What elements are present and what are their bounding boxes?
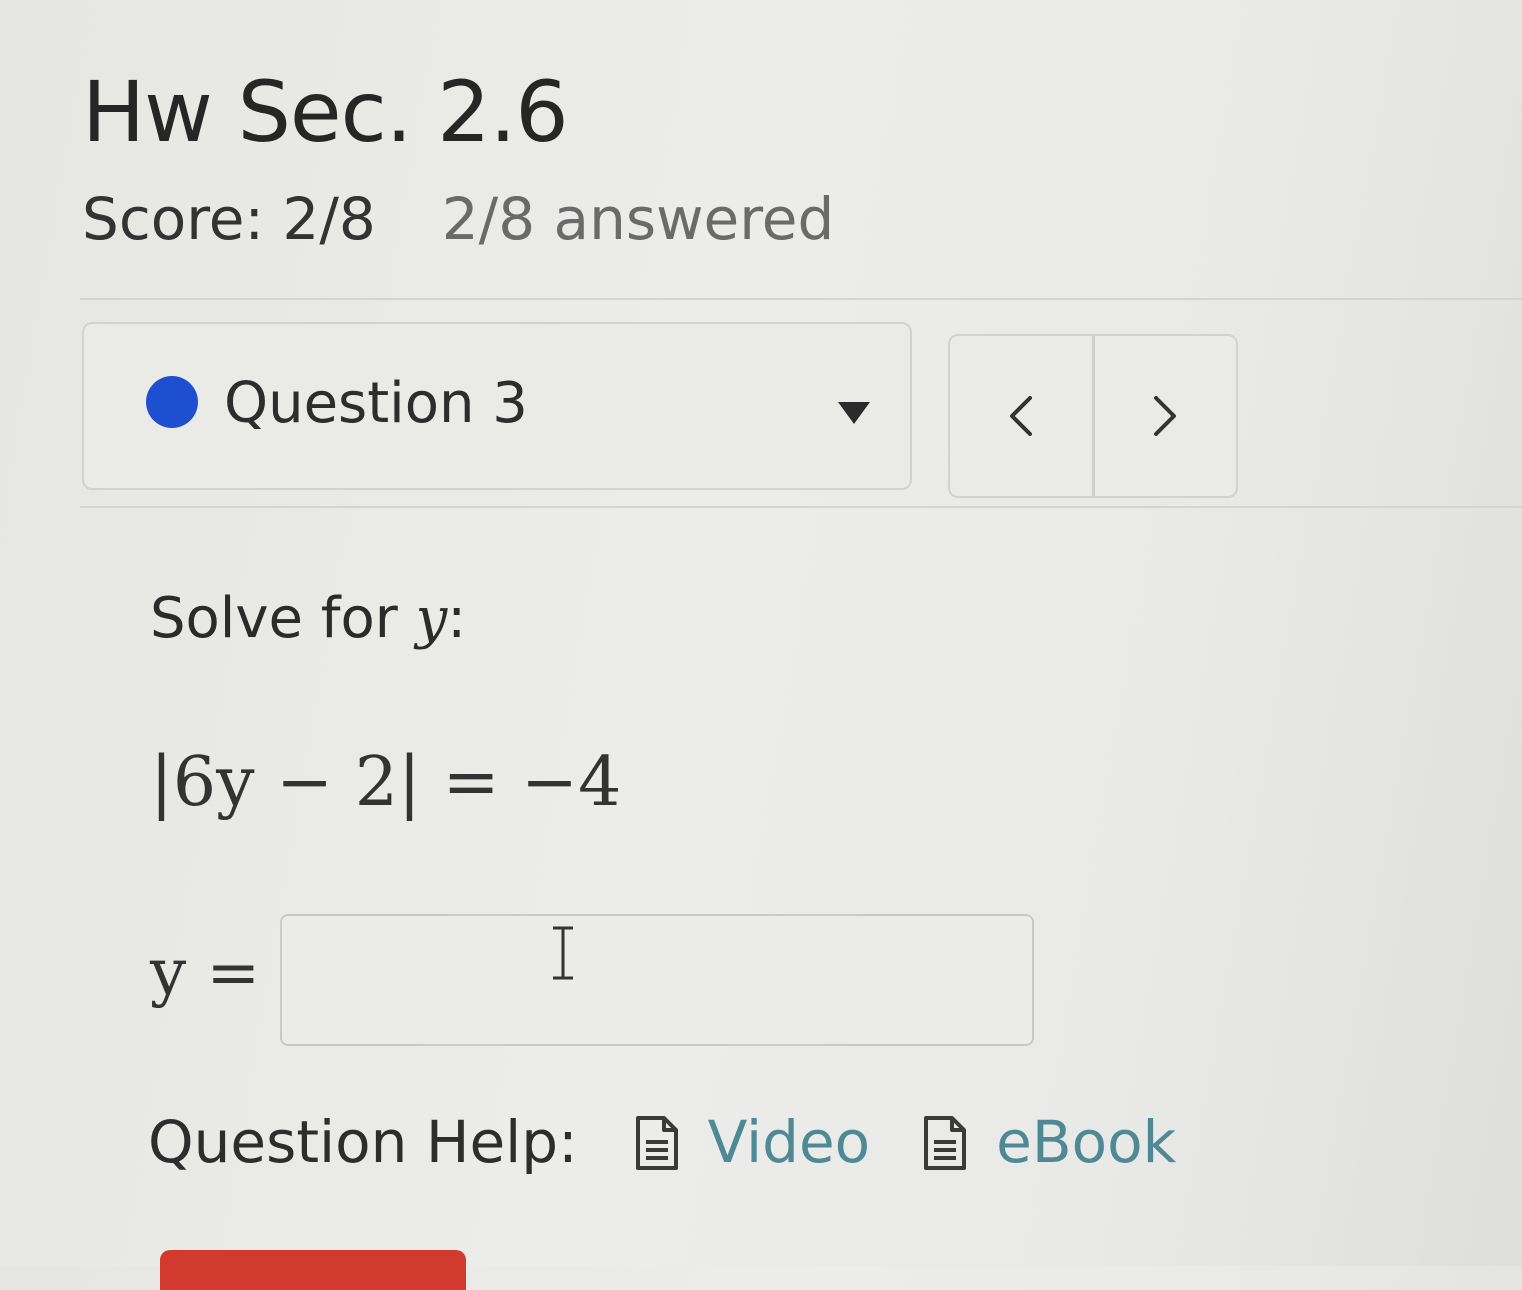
score-row: Score: 2/8 2/8 answered: [82, 185, 834, 255]
chevron-left-icon: [1009, 396, 1032, 436]
text-cursor-icon: [553, 926, 573, 980]
answer-input[interactable]: [280, 914, 1034, 1046]
prompt-text: Solve for: [150, 586, 416, 651]
question-help-label: Question Help:: [148, 1108, 578, 1176]
question-dropdown-label: Question 3: [224, 371, 528, 436]
caret-down-icon: [838, 402, 870, 424]
prompt-variable: y: [415, 586, 448, 651]
score-text: Score: 2/8: [82, 185, 376, 253]
divider-bottom: [80, 506, 1522, 508]
prompt-suffix: :: [447, 586, 467, 651]
submit-button[interactable]: [160, 1250, 466, 1290]
question-help: Question Help: Video eBook: [148, 1108, 1226, 1178]
video-link[interactable]: Video: [632, 1108, 871, 1178]
chevron-right-icon: [1154, 396, 1177, 436]
document-icon: [635, 1115, 678, 1170]
question-status-dot: [146, 376, 198, 428]
answer-label: y =: [150, 936, 261, 1010]
next-question-button[interactable]: [1091, 336, 1237, 496]
question-prompt: Solve for y:: [150, 585, 466, 652]
video-link-label: Video: [707, 1108, 871, 1176]
divider-top: [80, 298, 1522, 300]
question-nav-buttons: [948, 334, 1238, 498]
answered-count: 2/8 answered: [441, 185, 835, 253]
page-title: Hw Sec. 2.6: [82, 63, 569, 161]
equation: |6y − 2| = −4: [150, 743, 622, 822]
previous-question-button[interactable]: [950, 336, 1092, 496]
question-dropdown[interactable]: Question 3: [82, 322, 912, 490]
document-icon: [924, 1115, 967, 1170]
ebook-link[interactable]: eBook: [920, 1108, 1176, 1178]
ebook-link-label: eBook: [996, 1108, 1177, 1176]
